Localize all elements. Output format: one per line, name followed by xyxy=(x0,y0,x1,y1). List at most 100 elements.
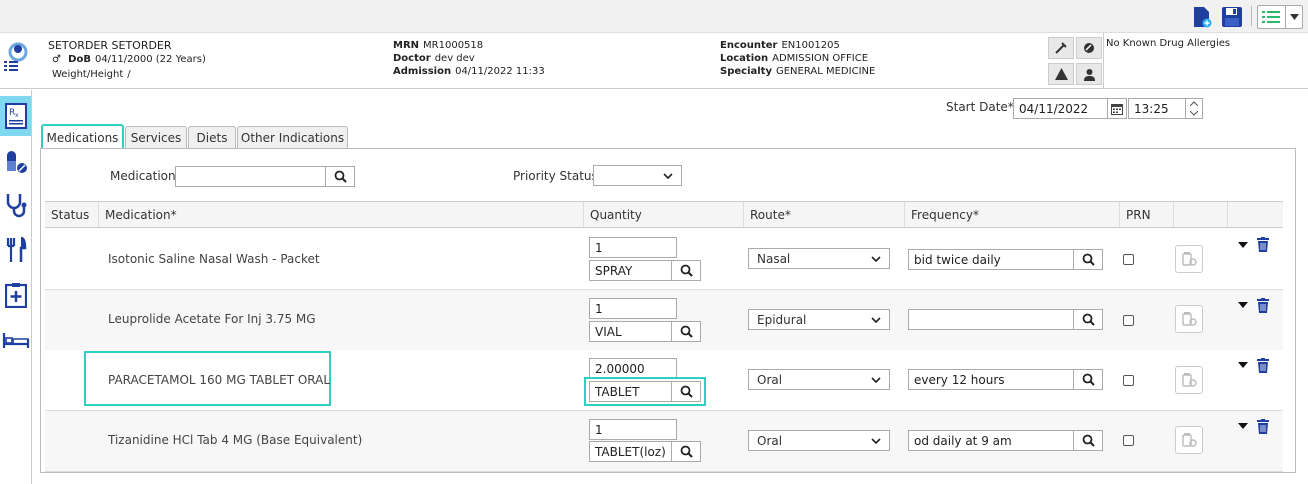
route-select[interactable]: Oral xyxy=(748,369,890,390)
search-icon xyxy=(680,264,693,277)
trash-icon[interactable] xyxy=(1257,419,1269,434)
patient-weight-height: Weight/Height / xyxy=(52,69,131,80)
unit-input[interactable] xyxy=(589,260,672,281)
patient-banner: SETORDER SETORDER ♂ DoB 04/11/2000 (22 Ye… xyxy=(0,33,1308,89)
col-quantity: Quantity xyxy=(584,202,744,227)
chevron-up-icon xyxy=(1190,101,1198,107)
frequency-input[interactable] xyxy=(908,369,1074,390)
frequency-input[interactable] xyxy=(908,430,1074,451)
chevron-down-icon xyxy=(871,255,881,262)
unit-search-button[interactable] xyxy=(672,260,701,281)
frequency-input[interactable] xyxy=(908,249,1074,270)
unit-input[interactable] xyxy=(589,321,672,342)
save-button[interactable] xyxy=(1220,5,1244,29)
rail-item-services[interactable] xyxy=(0,185,31,225)
trash-icon[interactable] xyxy=(1257,298,1269,313)
rail-item-medications[interactable] xyxy=(0,142,31,182)
tab-medications[interactable]: Medications xyxy=(41,124,124,151)
frequency-search-button[interactable] xyxy=(1074,249,1103,270)
clipboard-plus-icon xyxy=(4,283,27,308)
rail-item-diets[interactable] xyxy=(0,230,31,270)
frequency-search-button[interactable] xyxy=(1074,430,1103,451)
search-icon xyxy=(680,325,693,338)
patient-name: SETORDER SETORDER xyxy=(48,39,172,52)
left-rail: Rx xyxy=(0,90,32,484)
priority-status-select[interactable] xyxy=(593,165,682,186)
tab-diets[interactable]: Diets xyxy=(188,126,236,149)
top-toolbar xyxy=(0,0,1308,33)
patient-mrn: MRN MR1000518 xyxy=(393,40,484,51)
unit-search-button[interactable] xyxy=(672,381,701,402)
patient-avatar[interactable] xyxy=(4,41,30,74)
time-stepper[interactable] xyxy=(1186,98,1203,119)
avatar-icon xyxy=(4,42,28,71)
unit-input[interactable] xyxy=(589,381,672,402)
chevron-down-icon xyxy=(871,376,881,383)
row-menu-icon[interactable] xyxy=(1238,242,1248,248)
row-menu-icon[interactable] xyxy=(1238,302,1248,308)
unit-search-button[interactable] xyxy=(672,441,701,462)
col-prn: PRN xyxy=(1120,202,1174,227)
chevron-down-icon xyxy=(871,316,881,323)
pharmacy-info-button[interactable] xyxy=(1175,366,1203,394)
pill-icon xyxy=(6,151,27,173)
search-icon xyxy=(1082,373,1095,386)
calendar-button[interactable] xyxy=(1108,98,1127,119)
pill-bottle-icon xyxy=(1182,433,1197,447)
prn-checkbox[interactable] xyxy=(1123,254,1134,265)
start-time-input[interactable] xyxy=(1128,98,1186,119)
route-select[interactable]: Nasal xyxy=(748,248,890,269)
rail-item-bed[interactable] xyxy=(0,320,31,360)
isolation-button[interactable] xyxy=(1076,63,1102,85)
trash-icon[interactable] xyxy=(1257,237,1269,252)
unit-input[interactable] xyxy=(589,441,672,462)
vitals-button[interactable] xyxy=(1048,37,1074,59)
route-select[interactable]: Epidural xyxy=(748,309,890,330)
pharmacy-info-button[interactable] xyxy=(1175,305,1203,333)
search-icon xyxy=(680,385,693,398)
start-date-input[interactable] xyxy=(1013,98,1108,119)
col-medication: Medication* xyxy=(99,202,584,227)
prescription-icon: Rx xyxy=(4,103,27,129)
no-entry-icon xyxy=(1084,43,1094,53)
search-icon xyxy=(1082,434,1095,447)
row-menu-icon[interactable] xyxy=(1238,423,1248,429)
view-menu-button[interactable] xyxy=(1257,5,1303,29)
pharmacy-info-button[interactable] xyxy=(1175,426,1203,454)
quantity-input[interactable] xyxy=(589,419,677,440)
tab-services[interactable]: Services xyxy=(125,126,187,149)
alerts-button[interactable] xyxy=(1048,63,1074,85)
search-icon xyxy=(680,445,693,458)
tab-other-indications[interactable]: Other Indications xyxy=(237,126,348,149)
warning-icon xyxy=(1054,68,1068,80)
new-document-icon xyxy=(1194,7,1212,28)
prn-checkbox[interactable] xyxy=(1123,375,1134,386)
row-medication-name: Isotonic Saline Nasal Wash - Packet xyxy=(108,252,320,266)
quantity-input[interactable] xyxy=(589,237,677,258)
trash-icon[interactable] xyxy=(1257,358,1269,373)
frequency-search-button[interactable] xyxy=(1074,309,1103,330)
frequency-search-button[interactable] xyxy=(1074,369,1103,390)
unit-search-button[interactable] xyxy=(672,321,701,342)
rail-item-prescriptions[interactable]: Rx xyxy=(0,96,31,136)
medication-search-button[interactable] xyxy=(326,166,355,187)
calendar-icon xyxy=(1111,103,1123,115)
quantity-input[interactable] xyxy=(589,298,677,319)
priority-filter-label: Priority Status xyxy=(513,169,598,183)
prn-checkbox[interactable] xyxy=(1123,435,1134,446)
row-medication-name: PARACETAMOL 160 MG TABLET ORAL xyxy=(108,373,331,387)
pharmacy-info-button[interactable] xyxy=(1175,245,1203,273)
quantity-input[interactable] xyxy=(589,358,677,379)
medication-search-input[interactable] xyxy=(175,166,326,187)
new-document-button[interactable] xyxy=(1190,5,1214,29)
chevron-down-icon xyxy=(1285,6,1299,28)
row-medication-name: Leuprolide Acetate For Inj 3.75 MG xyxy=(108,312,316,326)
prn-checkbox[interactable] xyxy=(1123,315,1134,326)
patient-doctor: Doctor dev dev xyxy=(393,53,475,64)
row-menu-icon[interactable] xyxy=(1238,362,1248,368)
frequency-input[interactable] xyxy=(908,309,1074,330)
rail-item-orders[interactable] xyxy=(0,275,31,315)
col-row-menu xyxy=(1228,202,1283,227)
allergy-button[interactable] xyxy=(1076,37,1102,59)
route-select[interactable]: Oral xyxy=(748,430,890,451)
